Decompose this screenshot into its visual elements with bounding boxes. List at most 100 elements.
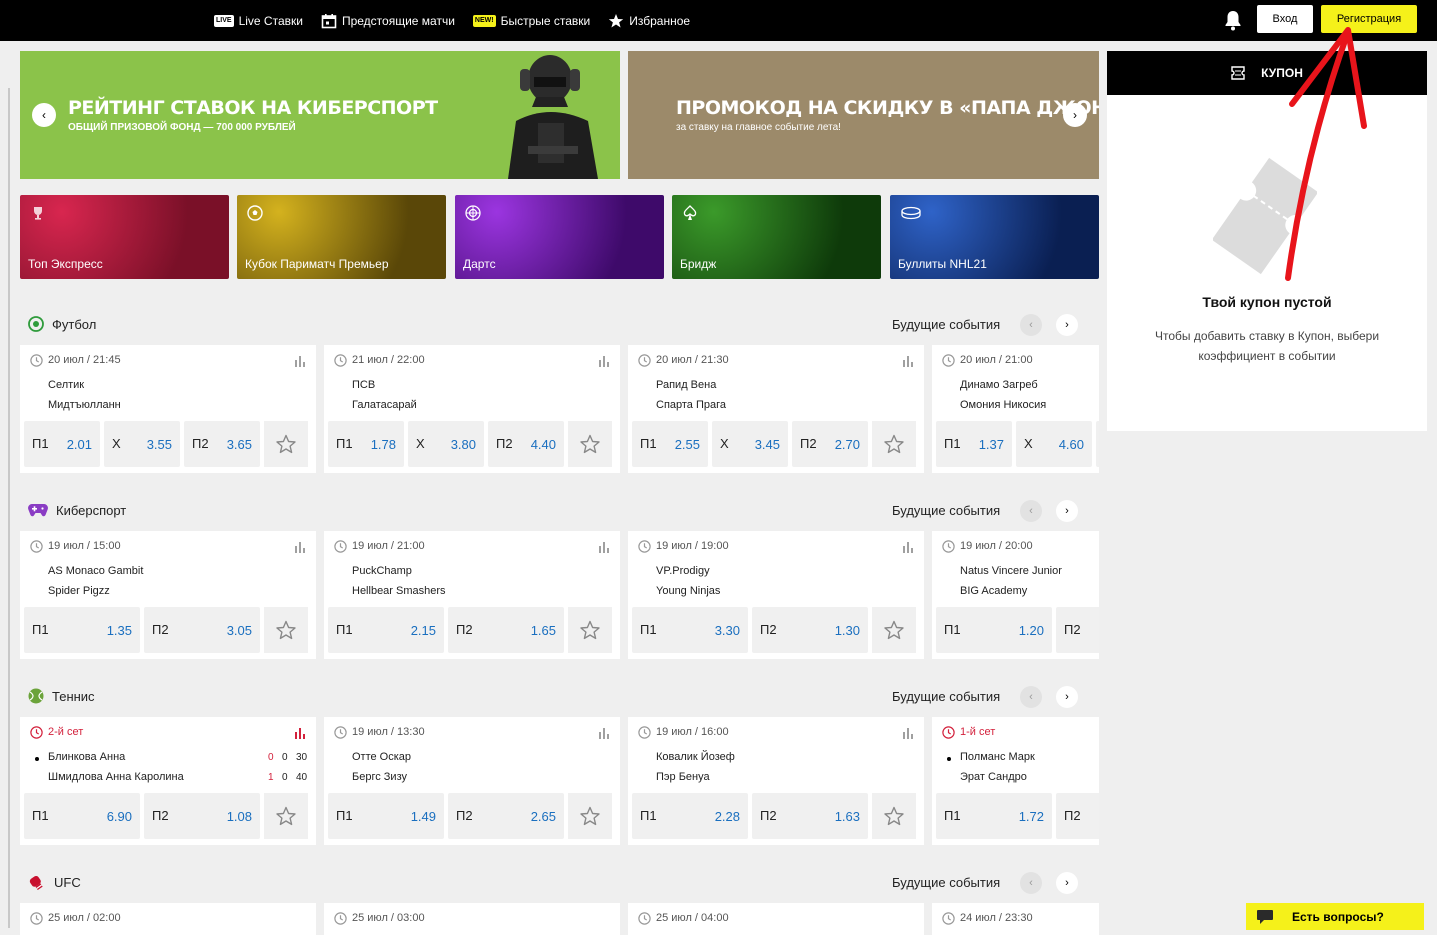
event-card[interactable]: 19 июл / 16:00 Ковалик Йозеф Пэр Бенуа П1 2.… bbox=[628, 717, 924, 845]
event-card[interactable]: 19 июл / 13:30 Отте Оскар Бергс Зизу П1 1.49… bbox=[324, 717, 620, 845]
odds-button[interactable]: П2 1.08 bbox=[144, 793, 260, 839]
carousel-prev-button[interactable]: ‹ bbox=[1020, 872, 1042, 894]
statistics-icon[interactable] bbox=[902, 726, 914, 739]
event-card[interactable]: 20 июл / 21:45 Селтик Мидтъюлланн П1 2.01 X 3.… bbox=[20, 345, 316, 473]
odds-button[interactable]: П1 2.28 bbox=[632, 793, 748, 839]
odds-label: П1 bbox=[32, 808, 49, 823]
favorite-button[interactable] bbox=[872, 421, 916, 467]
odds-button[interactable]: П2 2.65 bbox=[448, 793, 564, 839]
carousel-prev-button[interactable]: ‹ bbox=[1020, 500, 1042, 522]
carousel-prev-button[interactable]: ‹ bbox=[1020, 686, 1042, 708]
banner-next-button[interactable]: › bbox=[1063, 103, 1087, 127]
odds-button[interactable]: П1 3.30 bbox=[632, 607, 748, 653]
odds-button[interactable]: П1 6.90 bbox=[24, 793, 140, 839]
nav-fast-bets[interactable]: NEW! Быстрые ставки bbox=[472, 14, 590, 28]
favorite-button[interactable] bbox=[872, 607, 916, 653]
favorite-button[interactable] bbox=[568, 607, 612, 653]
odds-button[interactable]: П2 1.63 bbox=[752, 793, 868, 839]
nav-live-bets[interactable]: LIVE Live Ставки bbox=[214, 14, 303, 28]
nav-favorites[interactable]: Избранное bbox=[608, 13, 690, 29]
odds-button[interactable]: П2 bbox=[1056, 607, 1099, 653]
event-card[interactable]: 21 июл / 22:00 ПСВ Галатасарай П1 1.78 X 3.80 П… bbox=[324, 345, 620, 473]
odds-button[interactable]: П2 4.40 bbox=[488, 421, 564, 467]
odds-button[interactable]: П1 1.37 bbox=[936, 421, 1012, 467]
banner-prev-button[interactable]: ‹ bbox=[32, 103, 56, 127]
future-events-link[interactable]: Будущие события bbox=[892, 875, 1000, 890]
new-badge-icon: NEW! bbox=[472, 14, 496, 27]
tile-darts[interactable]: Дартс bbox=[455, 195, 664, 279]
favorite-button[interactable] bbox=[568, 793, 612, 839]
login-button[interactable]: Вход bbox=[1257, 5, 1313, 33]
coupon-panel: КУПОН Твой купон пустой Чтобы добавить с… bbox=[1107, 51, 1427, 431]
promo-banner-papa-johns[interactable]: ПРОМОКОД НА СКИДКУ В «ПАПА ДЖОНС» за ста… bbox=[628, 51, 1099, 179]
statistics-icon[interactable] bbox=[902, 540, 914, 553]
favorite-button[interactable] bbox=[872, 793, 916, 839]
favorite-button[interactable] bbox=[264, 793, 308, 839]
carousel-next-button[interactable]: › bbox=[1056, 500, 1078, 522]
event-card[interactable]: 2-й сет Блинкова Анна Шмидлова Анна Кароли… bbox=[20, 717, 316, 845]
future-events-link[interactable]: Будущие события bbox=[892, 317, 1000, 332]
event-card[interactable]: 20 июл / 21:00 Динамо Загреб Омония Никоси… bbox=[932, 345, 1099, 473]
odds-button[interactable]: X 3.80 bbox=[408, 421, 484, 467]
odds-button[interactable]: П1 1.49 bbox=[328, 793, 444, 839]
odds-button[interactable]: П1 1.78 bbox=[328, 421, 404, 467]
odds-button[interactable]: П1 1.20 bbox=[936, 607, 1052, 653]
carousel-next-button[interactable]: › bbox=[1056, 872, 1078, 894]
nav-upcoming[interactable]: Предстоящие матчи bbox=[321, 13, 455, 29]
tile-bridge[interactable]: Бридж bbox=[672, 195, 881, 279]
future-events-link[interactable]: Будущие события bbox=[892, 689, 1000, 704]
tile-nhl-shootouts[interactable]: Буллиты NHL21 bbox=[890, 195, 1099, 279]
event-card[interactable]: 1-й сет Полманс Марк Эрат Сандро П1 1.72 П2 bbox=[932, 717, 1099, 845]
event-card[interactable]: 25 июл / 03:00 bbox=[324, 903, 620, 935]
statistics-icon[interactable] bbox=[294, 726, 306, 739]
event-card[interactable]: 19 июл / 15:00 AS Monaco Gambit Spider Pig… bbox=[20, 531, 316, 659]
carousel-prev-button[interactable]: ‹ bbox=[1020, 314, 1042, 336]
carousel-next-button[interactable]: › bbox=[1056, 686, 1078, 708]
event-card[interactable]: 25 июл / 02:00 bbox=[20, 903, 316, 935]
event-card[interactable]: 19 июл / 20:00 Natus Vincere Junior BIG Ac… bbox=[932, 531, 1099, 659]
odds-button[interactable]: П1 1.72 bbox=[936, 793, 1052, 839]
odds-button[interactable]: П2 3.65 bbox=[184, 421, 260, 467]
event-card[interactable]: 19 июл / 21:00 PuckChamp Hellbear Smashers… bbox=[324, 531, 620, 659]
odds-button[interactable]: П1 2.55 bbox=[632, 421, 708, 467]
odds-button[interactable]: П1 1.35 bbox=[24, 607, 140, 653]
tile-top-express[interactable]: Топ Экспресс bbox=[20, 195, 229, 279]
event-card[interactable]: 24 июл / 23:30 bbox=[932, 903, 1099, 935]
promo-banner-esports[interactable]: ‹ РЕЙТИНГ СТАВОК НА КИБЕРСПОРТ ОБЩИЙ ПРИ… bbox=[20, 51, 620, 179]
event-card[interactable]: 20 июл / 21:30 Рапид Вена Спарта Прага П1 2.… bbox=[628, 345, 924, 473]
odds-button[interactable]: П1 2.01 bbox=[24, 421, 100, 467]
scrollbar-track[interactable] bbox=[8, 88, 10, 928]
odds-button[interactable]: П1 2.15 bbox=[328, 607, 444, 653]
tile-parimatch-cup[interactable]: Кубок Париматч Премьер bbox=[237, 195, 446, 279]
statistics-icon[interactable] bbox=[294, 540, 306, 553]
favorite-button[interactable] bbox=[568, 421, 612, 467]
event-card[interactable]: 25 июл / 04:00 bbox=[628, 903, 924, 935]
odds-button[interactable]: X 3.45 bbox=[712, 421, 788, 467]
odds-button[interactable]: П2 3.05 bbox=[144, 607, 260, 653]
odds-label: П1 bbox=[336, 436, 353, 451]
odds-button[interactable]: X 4.60 bbox=[1016, 421, 1092, 467]
favorite-button[interactable] bbox=[264, 421, 308, 467]
register-button[interactable]: Регистрация bbox=[1321, 5, 1417, 33]
odds-button[interactable]: П2 1.65 bbox=[448, 607, 564, 653]
odds-value: 3.05 bbox=[226, 623, 252, 638]
statistics-icon[interactable] bbox=[598, 540, 610, 553]
event-card[interactable]: 19 июл / 19:00 VP.Prodigy Young Ninjas П1 3.… bbox=[628, 531, 924, 659]
statistics-icon[interactable] bbox=[598, 354, 610, 367]
odds-button[interactable]: П2 bbox=[1096, 421, 1099, 467]
statistics-icon[interactable] bbox=[598, 726, 610, 739]
chevron-right-icon: › bbox=[1073, 108, 1077, 122]
odds-button[interactable]: П2 bbox=[1056, 793, 1099, 839]
chat-button[interactable]: Есть вопросы? bbox=[1246, 903, 1424, 930]
odds-button[interactable]: П2 1.30 bbox=[752, 607, 868, 653]
clock-icon bbox=[638, 726, 651, 739]
odds-button[interactable]: X 3.55 bbox=[104, 421, 180, 467]
carousel-next-button[interactable]: › bbox=[1056, 314, 1078, 336]
odds-button[interactable]: П2 2.70 bbox=[792, 421, 868, 467]
coupon-header-label: КУПОН bbox=[1261, 66, 1303, 80]
statistics-icon[interactable] bbox=[902, 354, 914, 367]
favorite-button[interactable] bbox=[264, 607, 308, 653]
statistics-icon[interactable] bbox=[294, 354, 306, 367]
bell-icon[interactable] bbox=[1224, 9, 1242, 31]
future-events-link[interactable]: Будущие события bbox=[892, 503, 1000, 518]
